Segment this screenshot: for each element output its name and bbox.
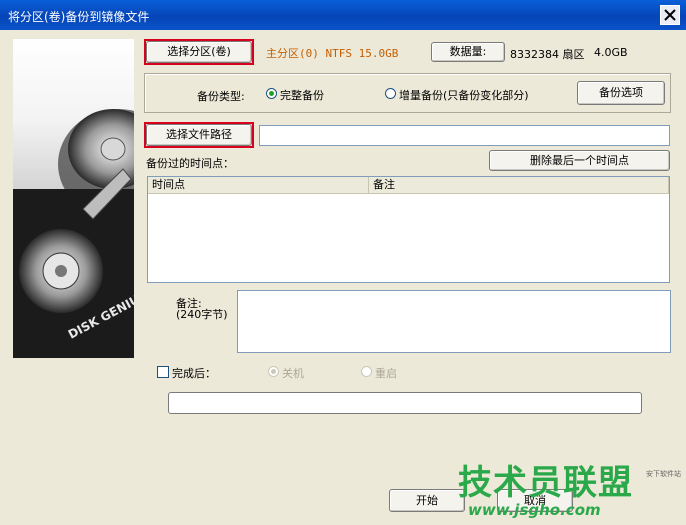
column-header-note[interactable]: 备注 [369, 177, 669, 194]
delete-last-timepoint-button[interactable]: 删除最后一个时间点 [489, 150, 670, 171]
highlight-box [144, 39, 254, 65]
after-complete-label: 完成后： [172, 367, 216, 380]
data-size: 4.0GB [594, 46, 628, 59]
incremental-backup-label[interactable]: 增量备份(只备份变化部分) [399, 87, 529, 103]
selected-partition-info: 主分区(0) NTFS 15.0GB [266, 47, 399, 60]
close-icon [664, 9, 676, 21]
full-backup-label[interactable]: 完整备份 [280, 87, 324, 103]
window-title: 将分区(卷)备份到镜像文件 [8, 10, 150, 24]
backup-type-label: 备份类型: [197, 90, 245, 103]
full-backup-radio[interactable] [266, 88, 277, 99]
data-amount-button[interactable]: 数据量: [431, 42, 505, 62]
note-limit-label: (240字节) [176, 308, 228, 321]
start-button[interactable]: 开始 [389, 489, 465, 512]
watermark-title: 技术员联盟 [458, 463, 633, 503]
file-path-input[interactable] [259, 125, 670, 146]
watermark: 技术员联盟 www.jsgho.com 安下软件站 [456, 455, 684, 525]
after-complete-checkbox[interactable] [157, 366, 169, 378]
shutdown-label: 关机 [282, 367, 304, 380]
title-bar: 将分区(卷)备份到镜像文件 [0, 0, 686, 30]
highlight-box [144, 122, 254, 148]
history-label: 备份过的时间点： [146, 157, 234, 170]
restart-radio[interactable] [361, 366, 372, 377]
note-textarea[interactable] [237, 290, 671, 353]
backup-partition-dialog: 将分区(卷)备份到镜像文件 DISK GENIUS 选择分区(卷) 主分区(0)… [0, 0, 686, 525]
shutdown-radio[interactable] [268, 366, 279, 377]
backup-options-button[interactable]: 备份选项 [577, 81, 665, 105]
close-button[interactable] [660, 5, 680, 25]
disk-genius-image: DISK GENIUS [13, 39, 134, 358]
watermark-small: 安下软件站 [646, 470, 681, 478]
incremental-backup-radio[interactable] [385, 88, 396, 99]
timepoint-list[interactable]: 时间点 备注 [147, 176, 670, 283]
progress-bar [168, 392, 642, 414]
column-header-time[interactable]: 时间点 [148, 177, 369, 194]
restart-label: 重启 [375, 367, 397, 380]
watermark-url: www.jsgho.com [468, 501, 601, 519]
sector-count: 8332384 扇区 [510, 48, 585, 61]
